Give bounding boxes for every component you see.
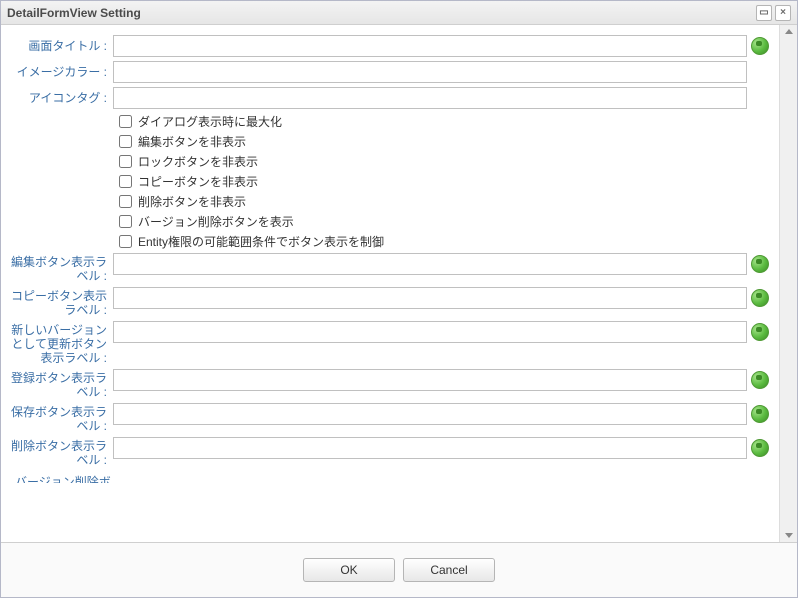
checkbox-show-version-delete-button[interactable]: バージョン削除ボタンを表示 (119, 213, 775, 230)
scroll-up-icon[interactable] (785, 29, 793, 34)
label-register-button-label: 登録ボタン表示ラベル : (5, 369, 113, 399)
row-save-button-label: 保存ボタン表示ラベル : (5, 403, 775, 433)
dialog: DetailFormView Setting ▭ × 画面タイトル : イメージ… (0, 0, 798, 598)
globe-icon[interactable] (751, 289, 769, 307)
label-screen-title: 画面タイトル : (5, 35, 113, 53)
footer: OK Cancel (1, 542, 797, 597)
globe-icon[interactable] (751, 405, 769, 423)
input-save-button-label[interactable] (113, 403, 747, 425)
row-image-color: イメージカラー : (5, 61, 775, 83)
checkbox-label: ダイアログ表示時に最大化 (138, 113, 282, 130)
checkbox-input[interactable] (119, 235, 132, 248)
row-copy-button-label: コピーボタン表示ラベル : (5, 287, 775, 317)
checkbox-input[interactable] (119, 115, 132, 128)
input-register-button-label[interactable] (113, 369, 747, 391)
vertical-scrollbar[interactable] (779, 25, 797, 542)
row-icon-tag: アイコンタグ : (5, 87, 775, 109)
globe-icon[interactable] (751, 439, 769, 457)
checkbox-input[interactable] (119, 175, 132, 188)
checkbox-label: Entity権限の可能範囲条件でボタン表示を制御 (138, 233, 384, 250)
checkbox-input[interactable] (119, 215, 132, 228)
scroll-down-icon[interactable] (785, 533, 793, 538)
checkbox-hide-lock-button[interactable]: ロックボタンを非表示 (119, 153, 775, 170)
input-screen-title[interactable] (113, 35, 747, 57)
cancel-button[interactable]: Cancel (403, 558, 495, 582)
window-title: DetailFormView Setting (7, 6, 753, 20)
row-new-version-label: 新しいバージョンとして更新ボタン表示ラベル : (5, 321, 775, 365)
globe-icon[interactable] (751, 255, 769, 273)
label-icon-tag: アイコンタグ : (5, 87, 113, 105)
checkbox-input[interactable] (119, 195, 132, 208)
input-delete-button-label[interactable] (113, 437, 747, 459)
close-button[interactable]: × (775, 5, 791, 21)
input-copy-button-label[interactable] (113, 287, 747, 309)
row-edit-button-label: 編集ボタン表示ラベル : (5, 253, 775, 283)
checkbox-maximize-dialog[interactable]: ダイアログ表示時に最大化 (119, 113, 775, 130)
label-new-version-label: 新しいバージョンとして更新ボタン表示ラベル : (5, 321, 113, 365)
input-edit-button-label[interactable] (113, 253, 747, 275)
checkbox-label: 削除ボタンを非表示 (138, 193, 246, 210)
input-new-version-label[interactable] (113, 321, 747, 343)
content: 画面タイトル : イメージカラー : アイコンタグ : (1, 25, 779, 542)
label-image-color: イメージカラー : (5, 61, 113, 79)
globe-icon[interactable] (751, 37, 769, 55)
checkbox-label: ロックボタンを非表示 (138, 153, 258, 170)
label-save-button-label: 保存ボタン表示ラベル : (5, 403, 113, 433)
checkbox-input[interactable] (119, 135, 132, 148)
checkbox-label: バージョン削除ボタンを表示 (138, 213, 294, 230)
maximize-button[interactable]: ▭ (756, 5, 772, 21)
label-copy-button-label: コピーボタン表示ラベル : (5, 287, 113, 317)
row-delete-button-label: 削除ボタン表示ラベル : (5, 437, 775, 467)
checkbox-input[interactable] (119, 155, 132, 168)
overflow-label: バージョン削除ボ (5, 473, 775, 483)
checkbox-entity-permission-control[interactable]: Entity権限の可能範囲条件でボタン表示を制御 (119, 233, 775, 250)
input-icon-tag[interactable] (113, 87, 747, 109)
row-screen-title: 画面タイトル : (5, 35, 775, 57)
label-delete-button-label: 削除ボタン表示ラベル : (5, 437, 113, 467)
label-edit-button-label: 編集ボタン表示ラベル : (5, 253, 113, 283)
checkbox-hide-edit-button[interactable]: 編集ボタンを非表示 (119, 133, 775, 150)
globe-icon[interactable] (751, 323, 769, 341)
checkbox-label: コピーボタンを非表示 (138, 173, 258, 190)
input-image-color[interactable] (113, 61, 747, 83)
checkbox-hide-delete-button[interactable]: 削除ボタンを非表示 (119, 193, 775, 210)
checkbox-hide-copy-button[interactable]: コピーボタンを非表示 (119, 173, 775, 190)
checkbox-label: 編集ボタンを非表示 (138, 133, 246, 150)
titlebar: DetailFormView Setting ▭ × (1, 1, 797, 25)
globe-icon[interactable] (751, 371, 769, 389)
ok-button[interactable]: OK (303, 558, 395, 582)
content-wrap: 画面タイトル : イメージカラー : アイコンタグ : (1, 25, 797, 542)
row-register-button-label: 登録ボタン表示ラベル : (5, 369, 775, 399)
